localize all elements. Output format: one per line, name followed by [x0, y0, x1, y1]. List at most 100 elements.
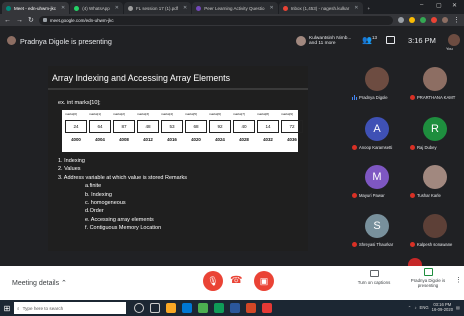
pdf-icon — [127, 5, 133, 11]
participant-tile-partial[interactable] — [408, 258, 422, 266]
file-explorer-icon[interactable] — [166, 303, 176, 313]
notifications-icon[interactable]: ▤ — [456, 305, 460, 310]
volume-icon[interactable]: ♪ — [414, 305, 416, 310]
chrome-icon[interactable] — [198, 303, 208, 313]
menu-icon[interactable]: ⋮ — [453, 17, 460, 24]
array-index: marks[8] — [257, 112, 269, 116]
minimize-icon[interactable]: – — [420, 2, 423, 8]
close-icon[interactable]: ✕ — [354, 5, 358, 11]
participant-name: Kalpesh sonawane — [417, 242, 453, 247]
browser-extensions: ⋮ — [398, 17, 460, 24]
participant-tile[interactable]: M Mayuri Pawar — [352, 164, 404, 200]
participant-name: PRARTHANA KAMT — [417, 95, 456, 100]
array-value-row: 24 64 87 48 53 68 92 40 14 72 — [65, 120, 305, 133]
tray-date: 16-09-2020 — [431, 307, 454, 312]
close-icon[interactable]: ✕ — [61, 5, 65, 11]
more-options-icon[interactable]: ⋮ — [455, 276, 462, 284]
meeting-details-button[interactable]: Meeting details ⌃ — [12, 279, 67, 287]
avatar: R — [423, 117, 447, 141]
tab-meet[interactable]: Meet - edn-uhwm-jkc ✕ — [2, 2, 70, 14]
captions-button[interactable]: Turn on captions — [352, 270, 396, 285]
excel-icon[interactable] — [214, 303, 224, 313]
star-icon[interactable] — [409, 17, 415, 23]
array-address: 4024 — [215, 137, 225, 142]
array-cell: 68 — [185, 120, 207, 133]
array-index: marks[2] — [113, 112, 125, 116]
participant-tile[interactable]: Kalpesh sonawane — [410, 213, 462, 249]
presenting-label: Pradnya Digole is presenting — [410, 278, 446, 288]
extension-icon[interactable] — [420, 17, 426, 23]
reload-icon[interactable]: ↻ — [28, 17, 34, 24]
mic-muted-icon — [410, 95, 415, 100]
task-view-icon[interactable] — [150, 303, 160, 313]
array-index-row: marks[0] marks[1] marks[2] marks[3] mark… — [65, 112, 305, 116]
participant-tile[interactable]: PRARTHANA KAMT — [410, 66, 462, 102]
self-avatar[interactable] — [448, 34, 460, 46]
avatar: S — [365, 214, 389, 238]
slide-subpoint: e. Accessing array elements — [85, 216, 154, 223]
close-icon[interactable]: ✕ — [115, 5, 119, 11]
close-window-icon[interactable]: ✕ — [452, 2, 457, 9]
tab-whatsapp[interactable]: (4) WhatsApp ✕ — [70, 2, 123, 14]
cortana-icon[interactable] — [134, 303, 144, 313]
people-icon: 👥 — [362, 35, 372, 45]
presenting-button[interactable]: Pradnya Digole is presenting — [408, 268, 448, 288]
close-icon[interactable]: ✕ — [183, 5, 187, 11]
participant-name: Anoop Karamsetti — [359, 145, 393, 150]
tab-forms[interactable]: Peer Learning Activity Questio ✕ — [192, 2, 278, 14]
end-call-button[interactable]: ☎ — [230, 275, 242, 286]
extension-icon[interactable] — [431, 17, 437, 23]
array-address: 4028 — [239, 137, 249, 142]
forward-icon[interactable]: → — [16, 17, 23, 24]
tab-gmail[interactable]: Inbox (1,453) - nagesh.kulkar ✕ — [278, 2, 363, 14]
word-icon[interactable] — [230, 303, 240, 313]
title-underline — [48, 88, 308, 90]
chat-icon[interactable] — [386, 36, 395, 44]
participant-tile[interactable]: Pradnya Digole — [352, 66, 404, 102]
array-cell: 24 — [65, 120, 87, 133]
participant-tile[interactable]: A Anoop Karamsetti — [352, 116, 404, 152]
people-button[interactable]: 👥13 — [362, 35, 377, 45]
slide-subpoint: a.finite — [85, 183, 102, 190]
participant-tile[interactable]: R Raj Dubey — [410, 116, 462, 152]
slide-bullet-list: 1. Indexing 2. Values 3. Address variabl… — [58, 157, 187, 233]
maximize-icon[interactable]: ▢ — [436, 2, 442, 9]
tray-clock[interactable]: 03:16 PM 16-09-2020 — [432, 302, 453, 312]
array-cell: 64 — [89, 120, 111, 133]
participant-tile[interactable]: Tushar Karle — [410, 164, 462, 200]
mic-toggle-button[interactable]: 🎙 — [203, 271, 223, 291]
camera-icon[interactable] — [398, 17, 404, 23]
new-tab-button[interactable]: + — [364, 2, 375, 14]
array-index: marks[5] — [185, 112, 197, 116]
back-icon[interactable]: ← — [4, 17, 11, 24]
search-placeholder: Type here to search — [22, 305, 64, 311]
store-icon[interactable] — [182, 303, 192, 313]
array-address: 4020 — [191, 137, 201, 142]
tab-pdf[interactable]: FL session 17 (1).pdf ✕ — [123, 2, 192, 14]
participant-name-row: Kalpesh sonawane — [410, 242, 452, 247]
windows-start-icon[interactable]: ⊞ — [0, 300, 14, 316]
mic-muted-icon — [352, 193, 357, 198]
array-address: 4036 — [287, 137, 297, 142]
participant-name-row: PRARTHANA KAMT — [410, 95, 455, 100]
tab-label: (4) WhatsApp — [82, 5, 110, 11]
array-index: marks[9] — [281, 112, 293, 116]
url-text: meet.google.com/edn-uhwm-jkc — [49, 17, 114, 23]
network-icon[interactable]: ⌃ — [408, 305, 412, 310]
avatar — [423, 214, 447, 238]
pdf-reader-icon[interactable] — [262, 303, 272, 313]
participant-tile[interactable]: S Shreyasi Thaurkar — [352, 213, 404, 249]
language-indicator[interactable]: ENG — [420, 305, 429, 310]
participant-name-row: Tushar Karle — [410, 193, 441, 198]
avatar: M — [365, 165, 389, 189]
taskbar-search[interactable]: ⌕ Type here to search — [14, 302, 126, 314]
participant-name: Mayuri Pawar — [359, 193, 385, 198]
powerpoint-icon[interactable] — [246, 303, 256, 313]
array-address: 4000 — [71, 137, 81, 142]
profile-icon[interactable] — [442, 17, 448, 23]
url-field[interactable]: meet.google.com/edn-uhwm-jkc — [38, 15, 393, 25]
whatsapp-icon — [74, 5, 80, 11]
participants-chip[interactable]: Kulwantsinh Nimb... and 11 more — [296, 34, 354, 48]
close-icon[interactable]: ✕ — [270, 5, 274, 11]
camera-toggle-button[interactable]: ▣ — [254, 271, 274, 291]
